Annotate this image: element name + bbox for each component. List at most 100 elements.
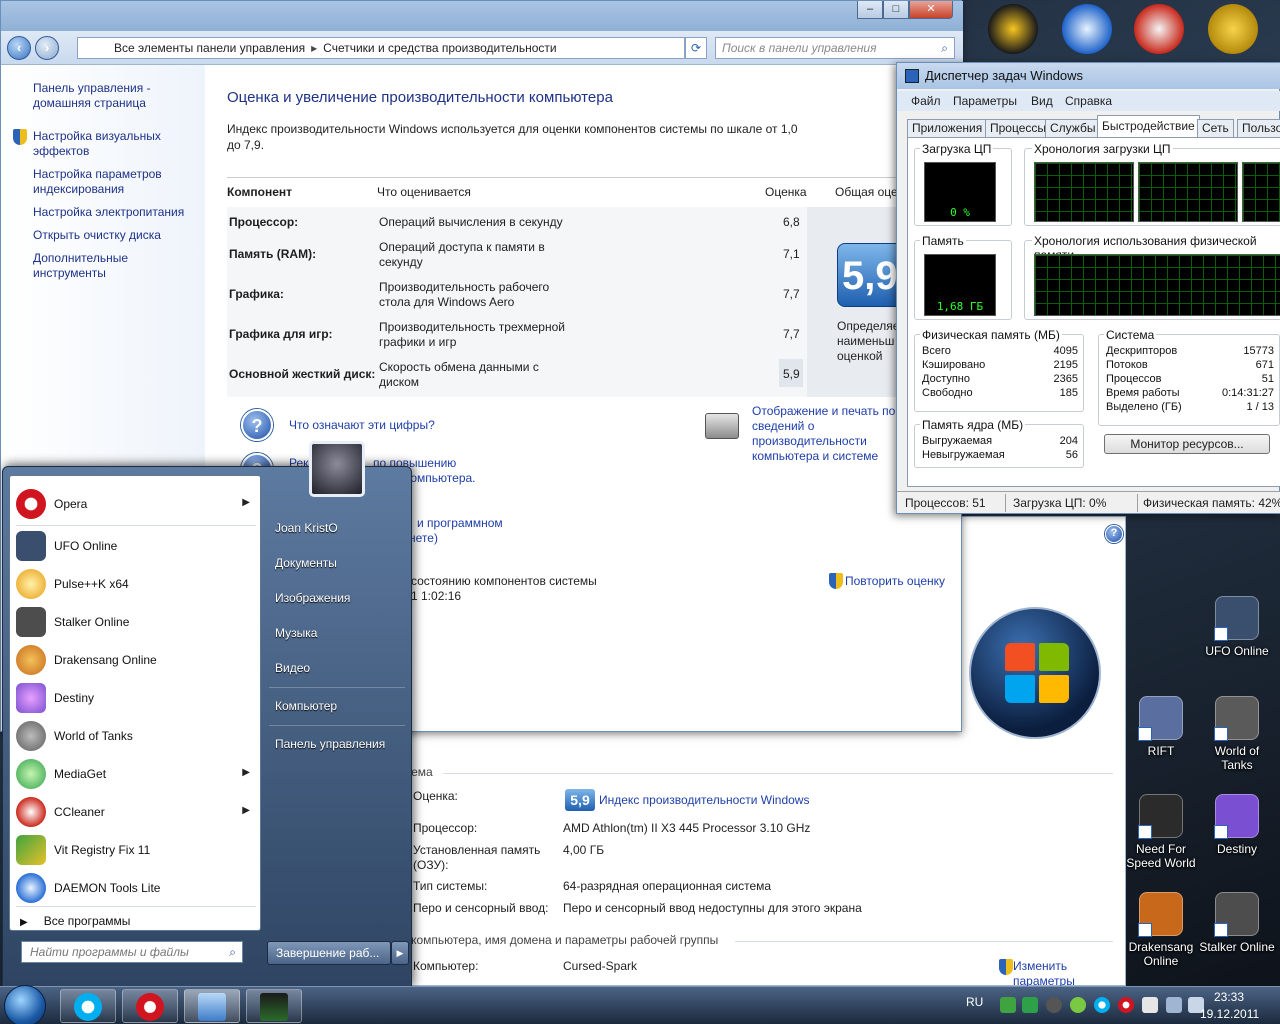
start-search-input[interactable]: Найти программы и файлы ⌕ — [21, 941, 243, 963]
software-link-line2[interactable]: нете) — [409, 531, 438, 546]
menu-view[interactable]: Вид — [1031, 91, 1053, 111]
start-item-registry-fix[interactable]: Vit Registry Fix 11 — [14, 832, 258, 868]
minimize-button[interactable]: – — [857, 1, 883, 19]
flag-icon[interactable] — [1142, 997, 1158, 1013]
close-button[interactable]: ✕ — [909, 1, 953, 19]
sidebar-link-advanced-tools[interactable]: Дополнительные инструменты — [33, 251, 201, 281]
help-icon[interactable]: ? — [1105, 525, 1123, 543]
ccleaner-desktop-icon[interactable] — [1134, 4, 1184, 54]
start-item-mediaget[interactable]: MediaGet ▶ — [14, 756, 258, 792]
registry-fix-tray-icon[interactable] — [1022, 997, 1038, 1013]
start-item-opera[interactable]: Opera ▶ — [14, 486, 258, 522]
ccleaner-icon — [16, 797, 46, 827]
what-numbers-link[interactable]: Что означают эти цифры? — [289, 418, 435, 433]
start-right-videos[interactable]: Видео — [275, 661, 310, 675]
tab-applications[interactable]: Приложения — [907, 119, 988, 137]
start-item-destiny[interactable]: Destiny — [14, 680, 258, 716]
desktop-icon-destiny[interactable]: Destiny — [1198, 794, 1276, 856]
forward-button[interactable]: › — [35, 36, 59, 60]
taskbar-control-panel[interactable] — [184, 989, 240, 1023]
address-field[interactable]: Все элементы панели управления ▸ Счетчики … — [77, 37, 685, 59]
daemon-tools-desktop-icon[interactable] — [1062, 4, 1112, 54]
start-right-music[interactable]: Музыка — [275, 626, 317, 640]
network-icon[interactable] — [1000, 997, 1016, 1013]
start-menu-divider — [16, 906, 256, 907]
start-right-control-panel[interactable]: Панель управления — [275, 737, 385, 751]
taskbar-task-manager[interactable] — [246, 989, 302, 1023]
sidebar-link-indexing[interactable]: Настройка параметров индексирования — [33, 167, 201, 197]
start-item-stalker-online[interactable]: Stalker Online — [14, 604, 258, 640]
rating-badge[interactable]: 5,9 — [565, 789, 595, 811]
taskbar-opera[interactable] — [122, 989, 178, 1023]
stat-value: 2195 — [1053, 359, 1078, 371]
desktop-icon-drakensang[interactable]: Drakensang Online — [1122, 892, 1200, 968]
registry-fix-desktop-icon[interactable] — [1208, 4, 1258, 54]
skype-tray-icon[interactable] — [1094, 997, 1110, 1013]
window-titlebar[interactable] — [1, 1, 963, 31]
sidebar-link-disk-cleanup[interactable]: Открыть очистку диска — [33, 228, 201, 243]
tab-users[interactable]: Пользо — [1237, 119, 1280, 137]
start-item-pulse[interactable]: Pulse++K x64 — [14, 566, 258, 602]
rift-icon — [1138, 696, 1183, 741]
breadcrumb-item[interactable]: Все элементы панели управления — [114, 41, 305, 55]
start-item-ccleaner[interactable]: CCleaner ▶ — [14, 794, 258, 830]
steam-icon[interactable] — [1046, 997, 1062, 1013]
back-button[interactable]: ‹ — [7, 36, 31, 60]
search-input[interactable]: Поиск в панели управления ⌕ — [715, 37, 955, 59]
start-right-computer[interactable]: Компьютер — [275, 699, 337, 713]
tips-link-line2[interactable]: компьютера. — [405, 471, 476, 486]
language-indicator[interactable]: RU — [966, 995, 983, 1009]
sidebar-link-power[interactable]: Настройка электропитания — [33, 205, 201, 220]
desktop-icon-rift[interactable]: RIFT — [1122, 696, 1200, 758]
all-programs-button[interactable]: ▶ Все программы — [20, 914, 130, 928]
rerun-assessment-link[interactable]: Повторить оценку — [845, 574, 945, 589]
start-right-pictures[interactable]: Изображения — [275, 591, 350, 605]
breadcrumb-item[interactable]: Счетчики и средства производительности — [323, 41, 556, 55]
start-item-label: UFO Online — [54, 539, 118, 553]
desktop-icon-ufo-online[interactable]: UFO Online — [1198, 596, 1276, 658]
start-item-drakensang[interactable]: Drakensang Online — [14, 642, 258, 678]
tab-network[interactable]: Сеть — [1197, 119, 1234, 137]
start-right-user[interactable]: Joan KristO — [275, 521, 338, 535]
clock-date[interactable]: 19.12.2011 — [1200, 1007, 1259, 1021]
tab-processes[interactable]: Процессы — [985, 119, 1052, 137]
cpu-history-graph-core3 — [1242, 162, 1280, 222]
aimp-desktop-icon[interactable] — [988, 4, 1038, 54]
chevron-right-icon[interactable]: ▶ — [391, 941, 409, 965]
desktop-icon-need-for-speed[interactable]: Need For Speed World — [1122, 794, 1200, 870]
user-avatar[interactable] — [309, 441, 365, 497]
sidebar-link-visual-effects[interactable]: Настройка визуальных эффектов — [33, 129, 201, 159]
maximize-button[interactable]: □ — [883, 1, 909, 19]
desktop-icon-world-of-tanks[interactable]: World of Tanks — [1198, 696, 1276, 772]
search-icon[interactable]: ⌕ — [941, 38, 948, 58]
menu-file[interactable]: Файл — [911, 91, 941, 111]
menu-options[interactable]: Параметры — [953, 91, 1017, 111]
resource-monitor-button[interactable]: Монитор ресурсов... — [1104, 434, 1270, 454]
task-manager-titlebar[interactable]: Диспетчер задач Windows — [897, 63, 1280, 89]
start-right-documents[interactable]: Документы — [275, 556, 337, 570]
status-divider — [1005, 494, 1006, 512]
refresh-icon[interactable]: ⟳ — [685, 37, 707, 59]
network-status-icon[interactable] — [1166, 997, 1182, 1013]
start-item-world-of-tanks[interactable]: World of Tanks — [14, 718, 258, 754]
sidebar-link-home[interactable]: Панель управления - домашняя страница — [33, 81, 201, 111]
shutdown-button[interactable]: Завершение раб... — [267, 941, 391, 965]
search-icon[interactable]: ⌕ — [229, 942, 236, 962]
taskbar-skype[interactable] — [60, 989, 116, 1023]
tab-services[interactable]: Службы — [1045, 119, 1101, 137]
menu-help[interactable]: Справка — [1065, 91, 1112, 111]
memory-label: Память — [920, 234, 966, 248]
start-item-ufo-online[interactable]: UFO Online — [14, 528, 258, 564]
performance-index-link[interactable]: Индекс производительности Windows — [599, 793, 809, 808]
rating-label: Оценка: — [413, 789, 458, 803]
opera-tray-icon[interactable] — [1118, 997, 1134, 1013]
clock-time[interactable]: 23:33 — [1214, 990, 1244, 1004]
start-item-daemon-tools[interactable]: DAEMON Tools Lite — [14, 870, 258, 906]
tab-performance[interactable]: Быстродействие — [1097, 115, 1200, 137]
start-button[interactable] — [4, 985, 46, 1024]
change-settings-link[interactable]: Изменить параметры — [1013, 959, 1093, 989]
software-link[interactable]: и программном — [417, 516, 503, 531]
desktop-icon-stalker-online[interactable]: Stalker Online — [1198, 892, 1276, 954]
print-info-link[interactable]: Отображение и печать по сведений о произ… — [752, 404, 902, 464]
mediaget-tray-icon[interactable] — [1070, 997, 1086, 1013]
